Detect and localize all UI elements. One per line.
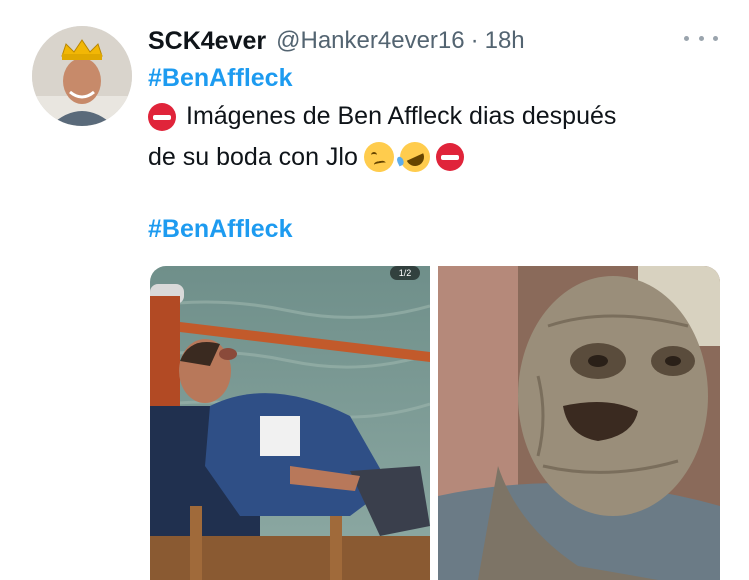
more-options-icon[interactable] [684, 28, 718, 48]
rofl-icon [394, 137, 435, 177]
tweet-text: Imágenes de Ben Affleck dias después [186, 102, 617, 130]
dot-icon [713, 35, 718, 41]
hashtag-link[interactable]: #BenAffleck [148, 64, 293, 93]
grey-wrinkled-creature-photo[interactable] [438, 266, 720, 580]
woozy-face-icon [363, 142, 394, 172]
tweet-text-line: de su boda con Jlo [148, 137, 474, 177]
tweet-header: SCK4ever @Hanker4ever16 · 18h [148, 24, 525, 58]
avatar-image [32, 26, 132, 126]
man-asleep-on-boat-photo[interactable]: 1/2 [150, 266, 430, 580]
display-name[interactable]: SCK4ever [148, 27, 266, 56]
tweet[interactable]: SCK4ever @Hanker4ever16 · 18h #BenAfflec… [0, 0, 749, 580]
separator-dot: · [470, 27, 479, 54]
timestamp[interactable]: 18h [485, 27, 525, 55]
media-grid[interactable]: 1/2 [150, 266, 720, 580]
dot-icon [684, 35, 689, 41]
dot-icon [698, 35, 704, 41]
no-entry-icon [148, 102, 176, 131]
avatar[interactable] [32, 26, 132, 126]
tweet-text-line: Imágenes de Ben Affleck dias después [148, 102, 616, 131]
hashtag-link[interactable]: #BenAffleck [148, 215, 293, 244]
tweet-text: de su boda con Jlo [148, 142, 358, 171]
no-entry-icon [435, 143, 464, 171]
media-count-badge: 1/2 [390, 266, 420, 280]
user-handle[interactable]: @Hanker4ever16 [276, 27, 464, 55]
